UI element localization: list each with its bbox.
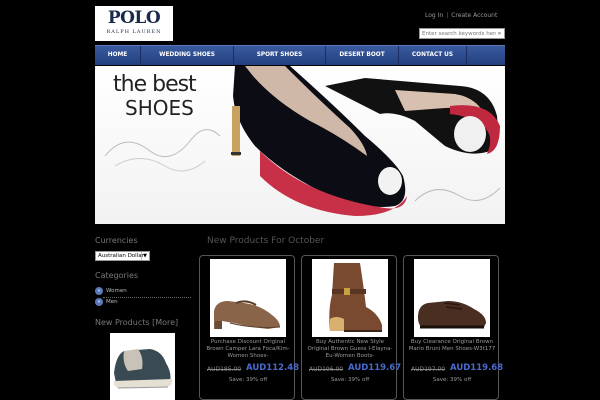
search-submit-icon[interactable]: » — [496, 30, 503, 37]
product-image[interactable] — [414, 259, 490, 337]
sidebar-new-products-heading[interactable]: New Products [More] — [95, 318, 178, 327]
login-link[interactable]: Log In — [425, 12, 443, 19]
new-products-heading: New Products For October — [207, 236, 325, 246]
product-new-price: AUD112.48 — [246, 363, 300, 373]
search-box: » — [419, 28, 505, 39]
create-account-link[interactable]: Create Account — [451, 12, 497, 19]
mary-jane-shoe-image — [214, 300, 281, 329]
chevron-down-icon: ▼ — [141, 252, 148, 260]
product-image[interactable] — [312, 259, 388, 337]
account-links: Log In | Create Account — [425, 12, 497, 19]
currencies-heading: Currencies — [95, 236, 138, 245]
nav-item-desert-boot[interactable]: DESERT BOOT — [326, 46, 399, 65]
product-savings: Save: 39% off — [432, 377, 472, 383]
nav-item-contact-us[interactable]: CONTACT US — [399, 46, 467, 65]
product-old-price: AUD196.00 — [309, 366, 344, 373]
product-savings: Save: 39% off — [330, 377, 370, 383]
category-label: Men — [106, 299, 118, 305]
product-card[interactable]: Buy Clearance Original Brown Mario Bruni… — [403, 255, 503, 400]
sidebar-product-thumbnail[interactable] — [110, 333, 175, 400]
search-input[interactable] — [420, 29, 496, 38]
banner-shoes-image — [104, 66, 501, 216]
logo-line1: POLO — [107, 8, 161, 28]
nav-item-wedding-shoes[interactable]: WEDDING SHOES — [141, 46, 234, 65]
currency-select[interactable]: Australian Dollar ▼ — [95, 251, 150, 261]
categories-heading: Categories — [95, 271, 139, 280]
product-old-price: AUD185.00 — [207, 366, 242, 373]
product-name[interactable]: Purchase Discount Original Brown Camper … — [204, 339, 292, 360]
product-new-price: AUD119.67 — [348, 363, 402, 373]
category-icon: » — [95, 287, 103, 295]
product-old-price: AUD197.00 — [411, 366, 446, 373]
sneaker-image — [113, 349, 173, 389]
product-name[interactable]: Buy Clearance Original Brown Mario Bruni… — [408, 339, 496, 353]
logo[interactable]: POLO RALPH LAUREN — [95, 6, 173, 41]
product-name[interactable]: Buy Authentic New Style Original Brown G… — [306, 339, 394, 360]
currency-value: Australian Dollar — [98, 253, 144, 259]
logo-line2: RALPH LAUREN — [106, 29, 162, 35]
nav-item-sport-shoes[interactable]: SPORT SHOES — [234, 46, 326, 65]
category-item-women[interactable]: » Women — [95, 287, 127, 295]
category-label: Women — [106, 288, 127, 294]
nav-item-home[interactable]: HOME — [95, 46, 141, 65]
category-item-men[interactable]: » Men — [95, 298, 118, 306]
product-savings: Save: 39% off — [228, 377, 268, 383]
product-new-price: AUD119.68 — [450, 363, 504, 373]
divider: | — [446, 12, 449, 19]
product-card[interactable]: Buy Authentic New Style Original Brown G… — [301, 255, 401, 400]
category-icon: » — [95, 298, 103, 306]
product-image[interactable] — [210, 259, 286, 337]
boot-image — [329, 263, 382, 332]
oxford-shoe-image — [418, 301, 486, 329]
product-card[interactable]: Purchase Discount Original Brown Camper … — [199, 255, 299, 400]
hero-banner[interactable]: the best SHOES — [95, 66, 505, 224]
main-nav: HOME WEDDING SHOES SPORT SHOES DESERT BO… — [95, 45, 505, 65]
